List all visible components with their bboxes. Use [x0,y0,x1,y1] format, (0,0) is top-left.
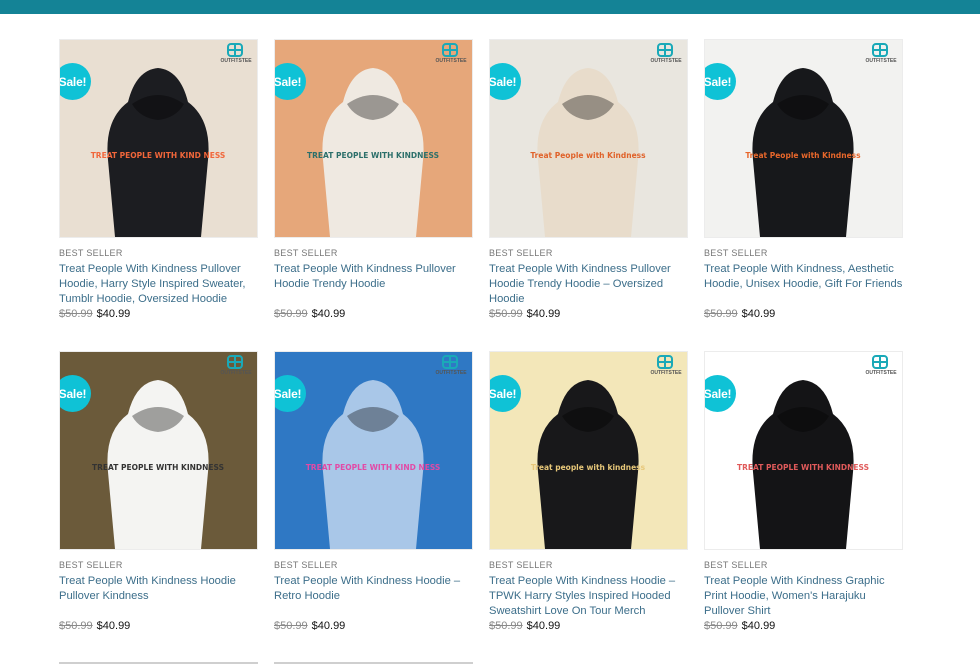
brand-logo: OUTFITSTEE [649,43,683,65]
product-image[interactable]: TREAT PEOPLE WITH KIND NESS Sale! OUTFIT… [59,39,258,238]
product-category: BEST SELLER [489,248,553,258]
original-price: $50.99 [59,620,93,632]
sale-price: $40.99 [96,620,131,632]
svg-text:Treat People with Kindness: Treat People with Kindness [530,151,646,160]
sale-price: $40.99 [741,620,776,632]
brand-logo-icon [442,355,458,369]
product-title-link[interactable]: Treat People With Kindness Graphic Print… [704,574,903,619]
original-price: $50.99 [704,308,738,320]
product-title-link[interactable]: Treat People With Kindness Hoodie – Retr… [274,574,473,619]
product-price: $50.99 $40.99 [274,308,473,320]
product-category: BEST SELLER [704,248,768,258]
product-image[interactable]: TREAT PEOPLE WITH KINDNESS Sale! OUTFITS… [274,39,473,238]
brand-logo-text: OUTFITSTEE [435,370,467,376]
product-price: $50.99 $40.99 [59,308,258,320]
sale-price: $40.99 [741,308,776,320]
sale-price: $40.99 [311,620,346,632]
svg-text:TREAT PEOPLE WITH KINDNESS: TREAT PEOPLE WITH KINDNESS [307,151,439,160]
product-card[interactable]: Treat people with kindness Sale! OUTFITS… [489,351,688,632]
brand-logo-icon [442,43,458,57]
original-price: $50.99 [59,308,93,320]
product-image[interactable]: Treat people with kindness Sale! OUTFITS… [489,351,688,550]
product-price: $50.99 $40.99 [59,620,258,632]
original-price: $50.99 [489,308,523,320]
brand-logo-text: OUTFITSTEE [220,370,252,376]
brand-logo-icon [227,355,243,369]
product-title-link[interactable]: Treat People With Kindness Pullover Hood… [489,262,688,307]
product-category: BEST SELLER [59,248,123,258]
product-price: $50.99 $40.99 [704,308,903,320]
product-card[interactable]: TREAT PEOPLE WITH KINDNESS Sale! OUTFITS… [704,351,903,632]
brand-logo-icon [227,43,243,57]
product-category: BEST SELLER [59,560,123,570]
sale-price: $40.99 [96,308,131,320]
product-image[interactable]: TREAT PEOPLE WITH KIND NESS Sale! OUTFIT… [274,351,473,550]
product-photo: TREAT PEOPLE WITH KIND NESS [275,352,472,549]
brand-logo: OUTFITSTEE [219,355,253,377]
svg-text:Treat People with Kindness: Treat People with Kindness [745,151,861,160]
svg-text:TREAT PEOPLE WITH KIND NESS: TREAT PEOPLE WITH KIND NESS [91,151,226,160]
product-price: $50.99 $40.99 [489,620,688,632]
product-card[interactable]: Treat People with Kindness Sale! OUTFITS… [704,39,903,320]
product-title-link[interactable]: Treat People With Kindness Hoodie – TPWK… [489,574,688,619]
product-card[interactable]: TREAT PEOPLE WITH KINDNESS Sale! OUTFITS… [59,351,258,632]
product-image[interactable]: TREAT PEOPLE WITH KINDNESS Sale! OUTFITS… [59,351,258,550]
brand-logo-text: OUTFITSTEE [865,58,897,64]
product-category: BEST SELLER [489,560,553,570]
brand-logo-text: OUTFITSTEE [220,58,252,64]
brand-logo: OUTFITSTEE [864,43,898,65]
product-category: BEST SELLER [274,248,338,258]
product-category: BEST SELLER [704,560,768,570]
brand-logo-text: OUTFITSTEE [435,58,467,64]
product-price: $50.99 $40.99 [704,620,903,632]
product-photo: Treat people with kindness [490,352,687,549]
brand-logo-text: OUTFITSTEE [650,370,682,376]
brand-logo: OUTFITSTEE [864,355,898,377]
brand-logo: OUTFITSTEE [649,355,683,377]
original-price: $50.99 [274,308,308,320]
product-title-link[interactable]: Treat People With Kindness Pullover Hood… [274,262,473,307]
product-card[interactable]: TREAT PEOPLE WITH KIND NESS Sale! OUTFIT… [274,351,473,632]
svg-text:TREAT PEOPLE WITH KINDNESS: TREAT PEOPLE WITH KINDNESS [92,463,224,472]
brand-logo-icon [872,43,888,57]
product-photo: TREAT PEOPLE WITH KINDNESS [60,352,257,549]
original-price: $50.99 [489,620,523,632]
brand-logo-icon [657,43,673,57]
product-photo: Treat People with Kindness [705,40,902,237]
product-category: BEST SELLER [274,560,338,570]
product-photo: Treat People with Kindness [490,40,687,237]
sale-price: $40.99 [526,620,561,632]
site-header-bar [0,0,980,14]
product-card[interactable]: TREAT PEOPLE WITH KIND NESS Sale! OUTFIT… [59,39,258,320]
svg-text:TREAT PEOPLE WITH KIND NESS: TREAT PEOPLE WITH KIND NESS [306,463,441,472]
brand-logo-icon [657,355,673,369]
product-price: $50.99 $40.99 [274,620,473,632]
product-image[interactable]: Treat People with Kindness Sale! OUTFITS… [704,39,903,238]
product-image[interactable]: TREAT PEOPLE WITH KINDNESS Sale! OUTFITS… [704,351,903,550]
product-photo: TREAT PEOPLE WITH KINDNESS [275,40,472,237]
sale-price: $40.99 [311,308,346,320]
brand-logo: OUTFITSTEE [434,43,468,65]
product-title-link[interactable]: Treat People With Kindness Pullover Hood… [59,262,258,307]
brand-logo: OUTFITSTEE [434,355,468,377]
product-price: $50.99 $40.99 [489,308,688,320]
svg-text:TREAT PEOPLE WITH KINDNESS: TREAT PEOPLE WITH KINDNESS [737,463,869,472]
brand-logo-text: OUTFITSTEE [865,370,897,376]
svg-text:Treat people with kindness: Treat people with kindness [531,463,646,472]
original-price: $50.99 [274,620,308,632]
brand-logo-text: OUTFITSTEE [650,58,682,64]
product-card[interactable]: Treat People with Kindness Sale! OUTFITS… [489,39,688,320]
product-image[interactable]: Treat People with Kindness Sale! OUTFITS… [489,39,688,238]
product-photo: TREAT PEOPLE WITH KINDNESS [705,352,902,549]
product-title-link[interactable]: Treat People With Kindness Hoodie Pullov… [59,574,258,619]
product-photo: TREAT PEOPLE WITH KIND NESS [60,40,257,237]
brand-logo: OUTFITSTEE [219,43,253,65]
original-price: $50.99 [704,620,738,632]
product-card[interactable]: TREAT PEOPLE WITH KINDNESS Sale! OUTFITS… [274,39,473,320]
sale-price: $40.99 [526,308,561,320]
brand-logo-icon [872,355,888,369]
product-title-link[interactable]: Treat People With Kindness, Aesthetic Ho… [704,262,903,307]
